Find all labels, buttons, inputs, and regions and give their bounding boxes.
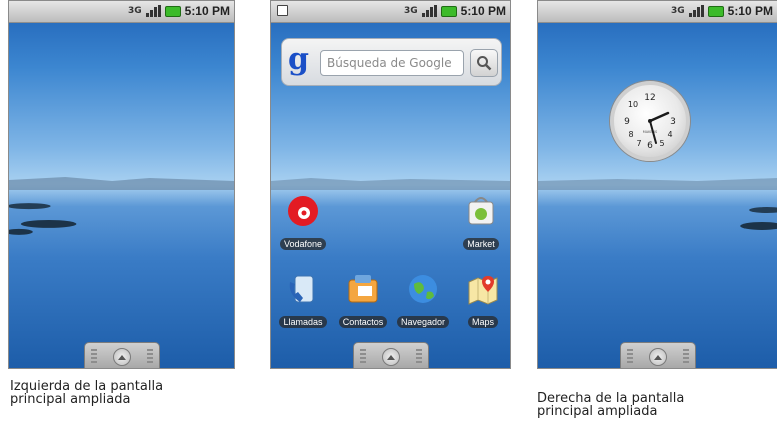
left-home-screen: 3G 5:10 PM [8,0,235,369]
maps-icon [468,276,498,305]
magnifier-icon [477,56,492,71]
numeral-12: 12 [644,93,655,103]
vodafone-icon [288,196,318,226]
up-arrow-icon [648,348,667,366]
grip-icon [146,349,153,363]
grip-icon [359,349,366,363]
app-navegador[interactable]: Navegador [395,272,451,329]
numeral-3: 3 [670,117,676,127]
caption-left: Izquierda de la pantalla principal ampli… [10,380,163,406]
numeral-9: 9 [624,117,630,127]
app-label: Llamadas [279,316,327,328]
status-time: 5:10 PM [460,4,506,18]
app-drawer-handle[interactable] [83,342,160,368]
app-label: Contactos [338,316,388,328]
phone-icon [289,275,314,303]
status-time: 5:10 PM [184,4,230,18]
battery-icon [707,5,724,17]
caption-right-line-2: principal ampliada [537,404,658,419]
status-bar: 3G 5:10 PM [538,1,777,23]
analog-clock-widget[interactable]: 12 3 6 9 10 8 4 5 7 MAKERS [610,81,690,161]
status-time: 5:10 PM [727,4,773,18]
signal-icon [421,5,437,17]
app-llamadas[interactable]: Llamadas [275,272,331,329]
caption-left-line-2: principal ampliada [10,392,131,407]
app-label: Navegador [396,316,450,328]
numeral-6: 6 [647,141,653,151]
wallpaper [9,1,234,368]
caption-right: Derecha de la pantalla principal ampliad… [537,392,684,418]
wallpaper [538,1,777,368]
network-type: 3G [670,5,685,16]
numeral-5: 5 [659,139,664,148]
notification-icon[interactable] [277,5,288,16]
rocks [9,203,77,235]
grip-icon [626,349,633,363]
numeral-7: 7 [636,139,641,148]
status-bar: 3G 5:10 PM [271,1,510,23]
up-arrow-icon [112,348,131,366]
rocks [740,207,777,230]
numeral-8: 8 [628,130,633,139]
app-maps[interactable]: Maps [455,272,510,329]
market-icon [468,197,494,225]
signal-icon [145,5,161,17]
app-drawer-handle[interactable] [352,342,429,368]
search-input[interactable]: Búsqueda de Google [320,50,464,76]
contacts-icon [348,275,378,303]
battery-icon [440,5,457,17]
network-type: 3G [127,5,142,16]
grip-icon [90,349,97,363]
search-button[interactable] [470,49,498,77]
browser-icon [409,275,437,303]
hour-hand [648,111,670,123]
clock-brand: MAKERS [643,130,658,134]
grip-icon [415,349,422,363]
signal-icon [688,5,704,17]
grip-icon [682,349,689,363]
google-search-widget: g Búsqueda de Google [281,38,502,86]
app-label: Vodafone [279,238,327,250]
lake-horizon [9,177,234,190]
app-drawer-handle[interactable] [619,342,696,368]
app-label: Maps [467,316,498,328]
network-type: 3G [403,5,418,16]
center-home-screen: 3G 5:10 PM g Búsqueda de Google Vodafone [270,0,511,369]
lake-horizon [271,178,510,190]
app-contactos[interactable]: Contactos [335,272,391,329]
up-arrow-icon [381,348,400,366]
google-logo: g [288,42,309,77]
app-market[interactable]: Market [453,194,509,251]
right-home-screen: 3G 5:10 PM 12 3 6 9 10 8 4 5 7 MAKERS [537,0,777,369]
battery-icon [164,5,181,17]
status-bar: 3G 5:10 PM [9,1,234,23]
numeral-4: 4 [667,130,672,139]
lake-horizon [538,178,777,190]
clock-face: 12 3 6 9 10 8 4 5 7 MAKERS [624,93,676,151]
app-label: Market [463,238,499,250]
numeral-10: 10 [628,100,638,109]
app-vodafone[interactable]: Vodafone [275,194,331,251]
